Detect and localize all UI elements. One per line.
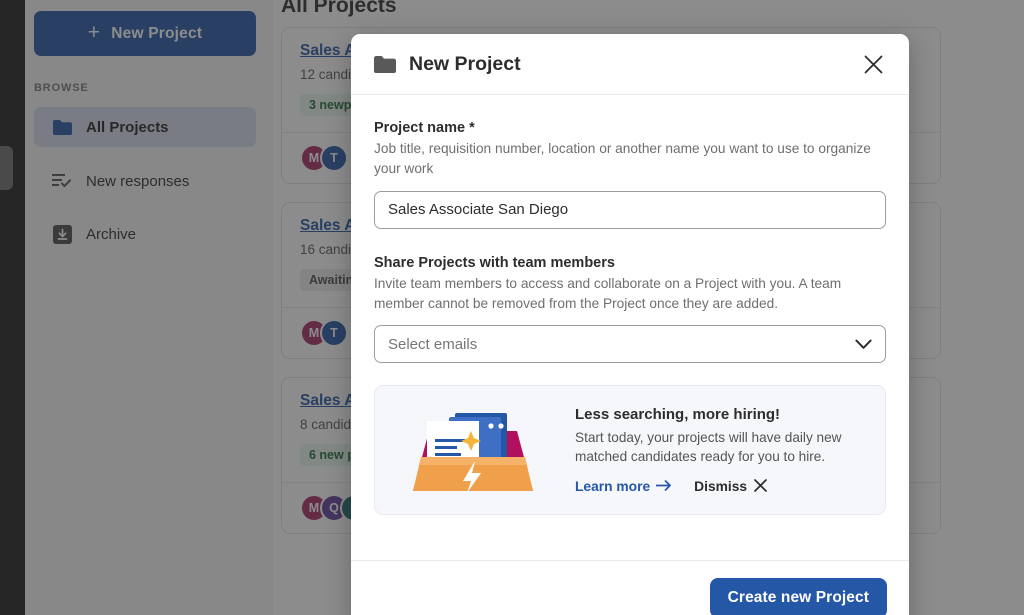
project-name-field-group: Project name * Job title, requisition nu… xyxy=(374,120,886,229)
close-icon[interactable] xyxy=(858,49,888,79)
promo-text: Less searching, more hiring! Start today… xyxy=(575,406,871,495)
screen: + New Project BROWSE All Projects xyxy=(0,0,1024,615)
modal-header: New Project xyxy=(351,34,909,95)
promo-actions: Learn more Dismiss xyxy=(575,478,871,495)
arrow-right-icon xyxy=(655,479,672,494)
edge-notch xyxy=(0,146,13,190)
project-name-input-value: Sales Associate San Diego xyxy=(388,201,569,219)
modal-body: Project name * Job title, requisition nu… xyxy=(351,95,909,560)
select-emails-dropdown[interactable]: Select emails xyxy=(374,325,886,364)
folder-icon xyxy=(374,55,396,73)
learn-more-label: Learn more xyxy=(575,479,651,495)
project-name-input[interactable]: Sales Associate San Diego xyxy=(374,190,886,229)
dismiss-button[interactable]: Dismiss xyxy=(694,478,767,495)
project-name-help: Job title, requisition number, location … xyxy=(374,141,871,176)
promo-banner: Less searching, more hiring! Start today… xyxy=(374,385,886,516)
project-name-label: Project name * xyxy=(374,120,475,136)
promo-heading: Less searching, more hiring! xyxy=(575,406,781,424)
share-projects-label: Share Projects with team members xyxy=(374,254,615,271)
browser-edge-strip xyxy=(0,0,25,615)
chevron-down-icon xyxy=(855,339,872,350)
close-icon xyxy=(754,478,767,495)
select-emails-placeholder: Select emails xyxy=(388,335,478,353)
modal-title-text: New Project xyxy=(409,52,521,75)
promo-body: Start today, your projects will have dai… xyxy=(575,430,842,465)
share-projects-help: Invite team members to access and collab… xyxy=(374,275,842,311)
folder-documents-lightning-illustration xyxy=(383,395,563,505)
create-new-project-button[interactable]: Create new Project xyxy=(709,577,887,615)
learn-more-link[interactable]: Learn more xyxy=(575,479,672,494)
new-project-modal: New Project Project name * Job title, re… xyxy=(351,34,909,615)
dismiss-label: Dismiss xyxy=(694,479,748,495)
modal-title: New Project xyxy=(374,53,521,76)
modal-footer: Create new Project xyxy=(351,560,909,615)
share-field-group: Share Projects with team members Invite … xyxy=(374,255,886,364)
